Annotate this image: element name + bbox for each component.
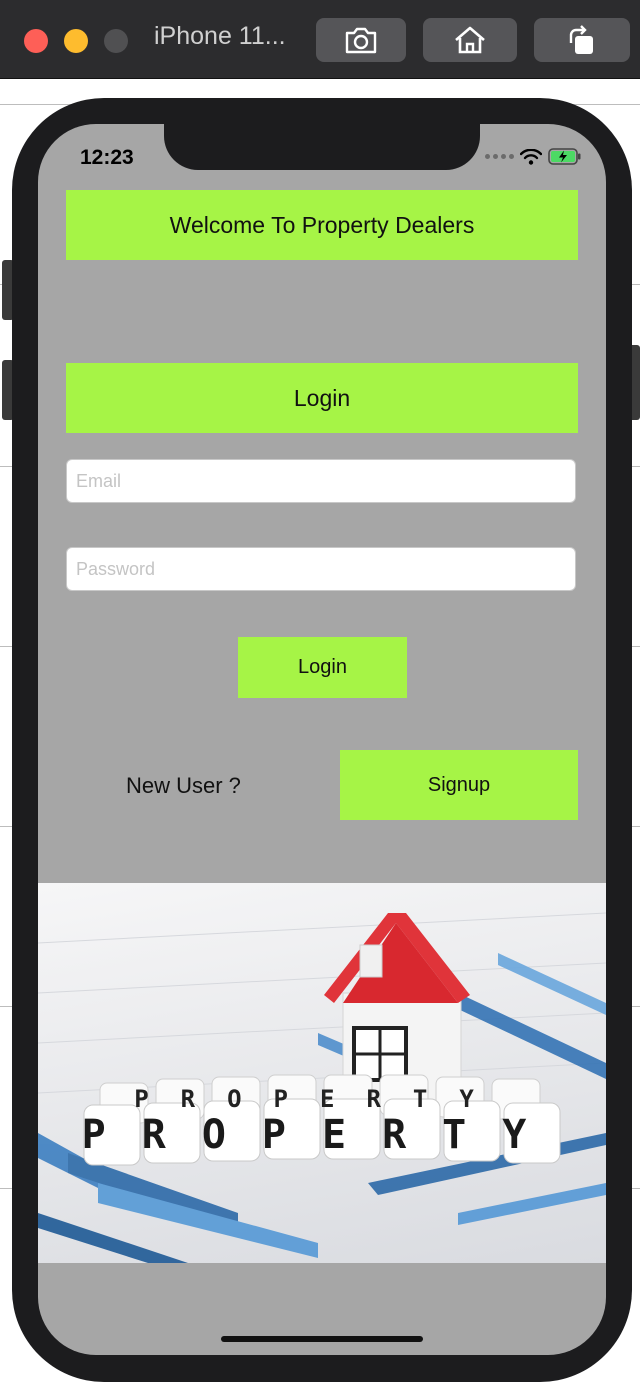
home-button[interactable] [423, 18, 517, 62]
property-illustration: PROPERTY PROPERTY [38, 912, 606, 1263]
dice-word-front: PROPERTY [82, 1112, 563, 1158]
new-user-label: New User ? [126, 773, 241, 798]
status-time: 12:23 [80, 146, 134, 169]
camera-icon [345, 27, 377, 54]
screenshot-button[interactable] [316, 18, 406, 62]
minimize-window-button[interactable] [64, 29, 88, 53]
property-banner-image: PROPERTY PROPERTY [38, 883, 606, 1263]
dice-word-back: PROPERTY [134, 1085, 506, 1113]
close-window-button[interactable] [24, 29, 48, 53]
home-indicator[interactable] [221, 1336, 423, 1342]
login-button[interactable]: Login [238, 637, 407, 698]
signup-button[interactable]: Signup [340, 750, 578, 820]
rotate-button[interactable] [534, 18, 630, 62]
device-notch [164, 124, 480, 170]
zoom-window-button[interactable] [104, 29, 128, 53]
password-field[interactable] [66, 547, 576, 591]
login-header: Login [66, 363, 578, 433]
cellular-signal-icon [485, 154, 514, 159]
welcome-banner: Welcome To Property Dealers [66, 190, 578, 260]
window-title: iPhone 11... [154, 22, 286, 50]
rotate-icon [569, 25, 593, 54]
email-field[interactable] [66, 459, 576, 503]
wifi-icon [520, 148, 542, 165]
status-icons [485, 148, 582, 165]
iphone-screen: 12:23 Welcome To Property Dealers Login … [38, 124, 606, 1355]
simulator-titlebar: iPhone 11... [0, 0, 640, 79]
battery-charging-icon [548, 148, 581, 165]
home-icon [455, 26, 485, 54]
